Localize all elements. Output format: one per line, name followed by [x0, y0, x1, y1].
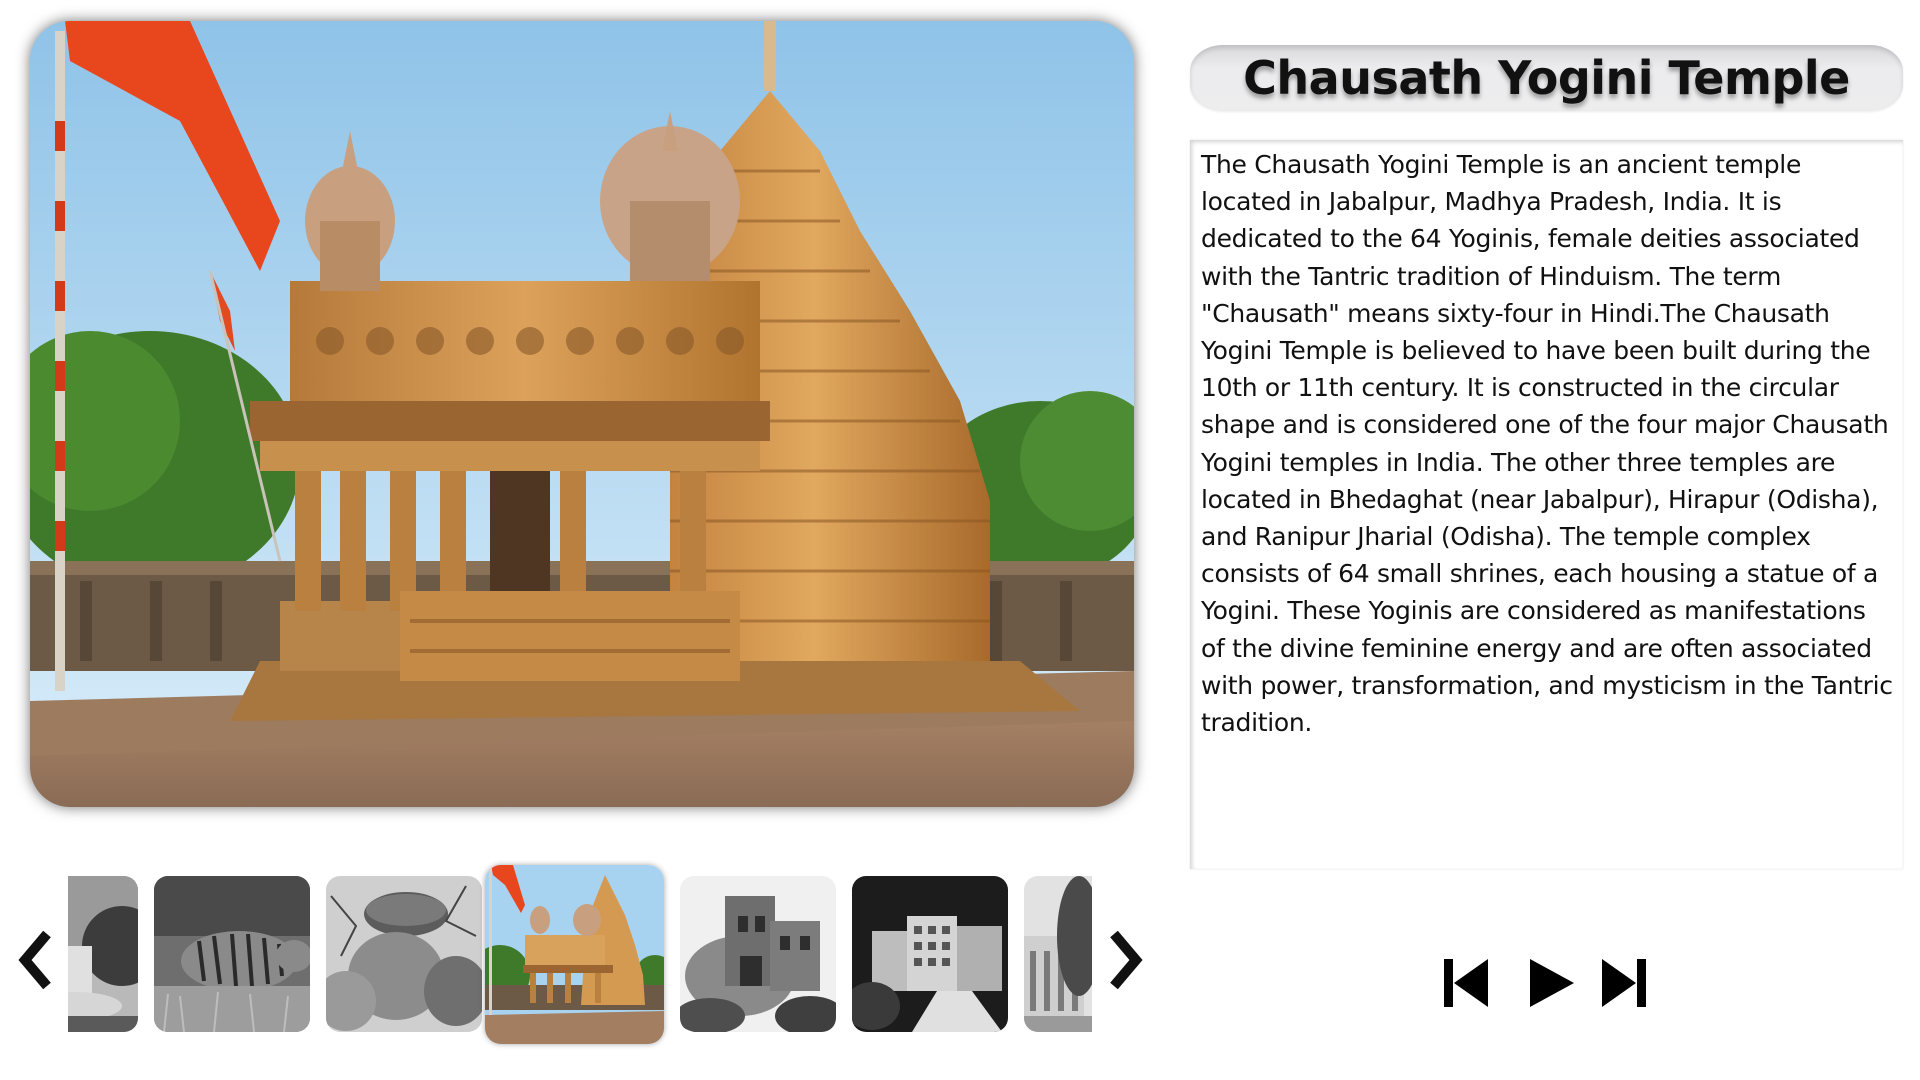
temple-photo: [485, 865, 664, 1044]
thumbnail-balancing-rock[interactable]: [326, 876, 482, 1032]
slide-description: The Chausath Yogini Temple is an ancient…: [1201, 150, 1893, 738]
title-banner: Chausath Yogini Temple: [1190, 45, 1903, 111]
play-icon: [1530, 959, 1574, 1007]
balancing-rock-photo: [326, 876, 482, 1032]
thumbnail-temple[interactable]: [485, 865, 664, 1044]
thumbnail-tiger[interactable]: [154, 876, 310, 1032]
chevron-left-icon: [18, 930, 51, 990]
description-panel[interactable]: The Chausath Yogini Temple is an ancient…: [1190, 140, 1903, 869]
tiger-photo: [154, 876, 310, 1032]
skip-previous-button[interactable]: [1440, 955, 1500, 1011]
skip-previous-icon: [1444, 959, 1488, 1007]
campus-building-photo: [852, 876, 1008, 1032]
thumbnail-list: [68, 860, 1092, 1060]
carousel-next-button[interactable]: [1101, 910, 1151, 1010]
main-slide-image[interactable]: [30, 21, 1134, 807]
chevron-right-icon: [1110, 930, 1143, 990]
thumbnail-campus-building[interactable]: [852, 876, 1008, 1032]
thumbnail-statue[interactable]: [68, 876, 138, 1032]
slide-title: Chausath Yogini Temple: [1243, 51, 1850, 105]
skip-next-icon: [1602, 959, 1646, 1007]
temple-photo: [30, 21, 1134, 807]
skip-next-button[interactable]: [1598, 955, 1658, 1011]
fort-ruins-photo: [680, 876, 836, 1032]
play-button[interactable]: [1522, 955, 1582, 1011]
thumbnail-carousel: [0, 860, 1160, 1060]
colonial-building-photo: [1024, 876, 1092, 1032]
statue-photo: [68, 876, 138, 1032]
playback-controls: [1440, 955, 1660, 1011]
thumbnail-colonial-building[interactable]: [1024, 876, 1092, 1032]
thumbnail-fort-ruins[interactable]: [680, 876, 836, 1032]
carousel-prev-button[interactable]: [10, 910, 60, 1010]
image-slideshow: Chausath Yogini Temple The Chausath Yogi…: [0, 0, 1920, 1080]
